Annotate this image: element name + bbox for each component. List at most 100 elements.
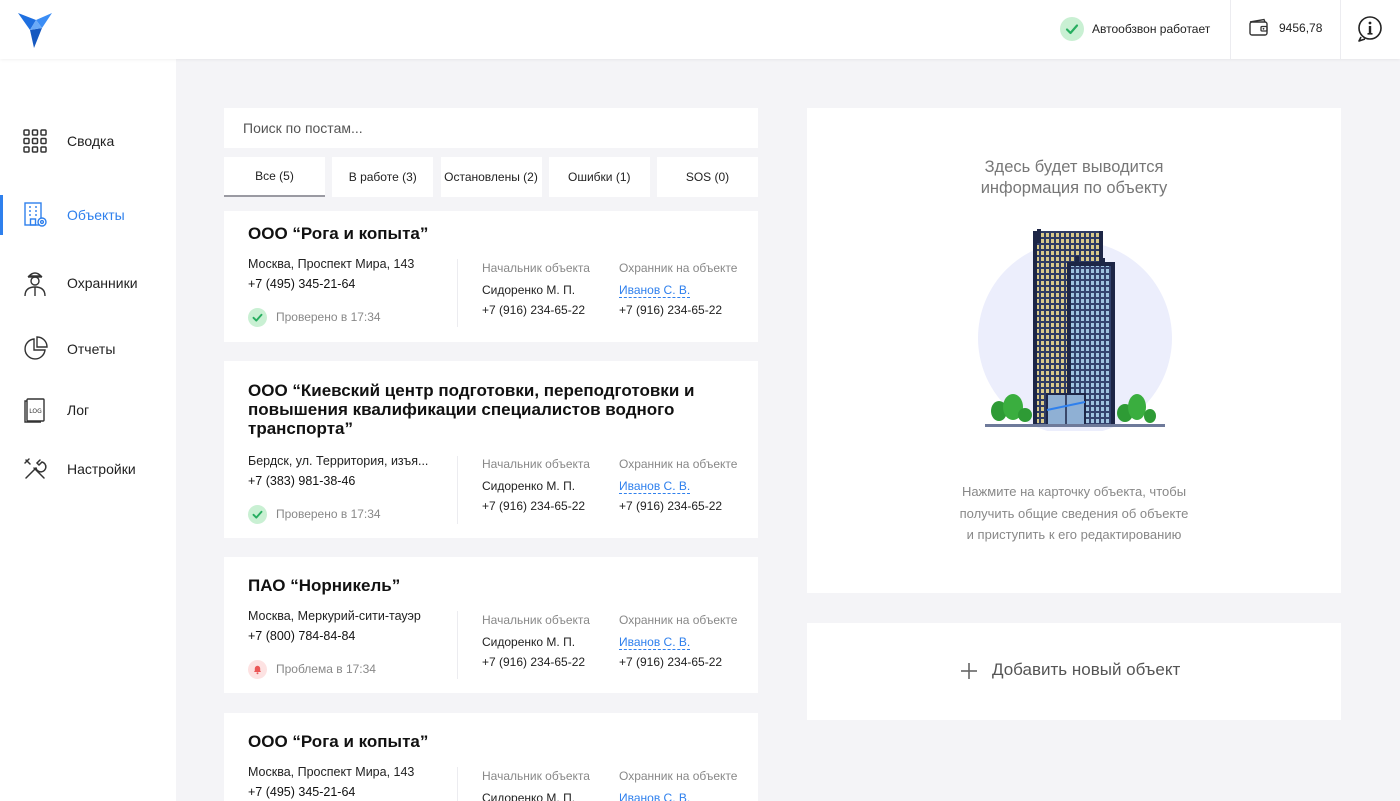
guard-phone: +7 (916) 234-65-22 xyxy=(619,655,723,669)
sidebar-item-reports[interactable]: Отчеты xyxy=(0,327,176,371)
sidebar-item-summary[interactable]: Сводка xyxy=(0,119,176,163)
tools-icon xyxy=(21,455,49,483)
object-title: ООО “Рога и копыта” xyxy=(248,224,429,243)
sidebar: Сводка Объекты Охранники Отчеты LOG Лог … xyxy=(0,59,176,801)
guard-phone: +7 (916) 234-65-22 xyxy=(619,303,723,317)
guard-name-link[interactable]: Иванов С. В. xyxy=(619,635,691,650)
info-title-line: информация по объекту xyxy=(980,179,1168,197)
check-icon xyxy=(248,504,267,524)
object-phone: +7 (495) 345-21-64 xyxy=(248,785,356,799)
chief-header: Начальник объекта xyxy=(482,613,590,627)
chief-phone: +7 (916) 234-65-22 xyxy=(482,303,586,317)
chief-name: Сидоренко М. П. xyxy=(482,791,576,801)
info-icon[interactable] xyxy=(1356,15,1384,43)
sidebar-item-label: Охранники xyxy=(67,275,138,291)
status-badge: Проверено в 17:34 xyxy=(248,504,381,524)
info-title-line: Здесь будет выводится xyxy=(984,158,1164,176)
info-panel-hint: Нажмите на карточку объекта, чтобы получ… xyxy=(807,481,1341,546)
info-hint-line: Нажмите на карточку объекта, чтобы xyxy=(961,484,1187,499)
sidebar-item-label: Отчеты xyxy=(67,341,116,357)
tab-errors[interactable]: Ошибки (1) xyxy=(548,157,650,197)
object-address: Москва, Проспект Мира, 143 xyxy=(248,257,415,271)
sidebar-item-guards[interactable]: Охранники xyxy=(0,261,176,305)
pie-chart-icon xyxy=(21,335,49,363)
object-address: Москва, Меркурий-сити-тауэр xyxy=(248,609,421,623)
sidebar-item-label: Сводка xyxy=(67,133,115,149)
check-icon xyxy=(1060,17,1084,41)
tab-sos[interactable]: SOS (0) xyxy=(657,157,758,197)
status-text: Проверено в 17:34 xyxy=(276,310,381,324)
card-divider xyxy=(457,611,458,679)
guard-icon xyxy=(21,269,49,297)
status-text: Проблема в 17:34 xyxy=(276,662,376,676)
guard-name-link[interactable]: Иванов С. В. xyxy=(619,479,691,494)
search-input[interactable] xyxy=(224,108,758,148)
card-divider xyxy=(457,259,458,327)
info-hint-line: и приступить к его редактированию xyxy=(966,527,1182,542)
guard-name-link[interactable]: Иванов С. В. xyxy=(619,791,690,801)
tab-in-progress[interactable]: В работе (3) xyxy=(332,157,434,197)
plus-icon xyxy=(961,663,977,679)
chief-header: Начальник объекта xyxy=(482,457,590,471)
object-info-panel: Здесь будет выводится информация по объе… xyxy=(807,108,1341,593)
tab-all[interactable]: Все (5) xyxy=(224,157,325,197)
sidebar-item-settings[interactable]: Настройки xyxy=(0,447,176,491)
filter-tabs: Все (5) В работе (3) Остановлены (2) Оши… xyxy=(224,157,758,197)
object-card[interactable]: ООО “Рога и копыта” Москва, Проспект Мир… xyxy=(224,713,758,801)
add-object-button[interactable]: Добавить новый объект xyxy=(807,623,1341,720)
balance[interactable]: 9456,78 xyxy=(1248,18,1322,38)
tab-stopped[interactable]: Остановлены (2) xyxy=(440,157,542,197)
balance-value: 9456,78 xyxy=(1279,21,1323,35)
sidebar-item-log[interactable]: LOG Лог xyxy=(0,388,176,432)
guard-header: Охранник на объекте xyxy=(619,613,738,627)
sidebar-item-label: Настройки xyxy=(67,461,136,477)
guard-header: Охранник на объекте xyxy=(619,457,738,471)
card-divider xyxy=(457,456,458,524)
sidebar-item-objects[interactable]: Объекты xyxy=(0,193,176,237)
object-card[interactable]: ООО “Рога и копыта” Москва, Проспект Мир… xyxy=(224,211,758,342)
object-phone: +7 (383) 981-38-46 xyxy=(248,474,356,488)
autodial-status: Автообзвон работает xyxy=(1060,17,1210,41)
info-panel-title: Здесь будет выводится информация по объе… xyxy=(807,157,1341,199)
object-title: ПАО “Норникель” xyxy=(248,576,401,595)
guard-name-link[interactable]: Иванов С. В. xyxy=(619,283,691,298)
add-object-label: Добавить новый объект xyxy=(992,660,1181,679)
top-bar: Автообзвон работает 9456,78 xyxy=(0,0,1400,59)
svg-text:LOG: LOG xyxy=(29,408,42,415)
info-hint-line: получить общие сведения об объекте xyxy=(959,505,1189,521)
chief-phone: +7 (916) 234-65-22 xyxy=(482,499,586,513)
chief-phone: +7 (916) 234-65-22 xyxy=(482,655,586,669)
object-phone: +7 (800) 784-84-84 xyxy=(248,629,356,643)
chief-header: Начальник объекта xyxy=(482,261,590,275)
chief-name: Сидоренко М. П. xyxy=(482,283,576,297)
guard-header: Охранник на объекте xyxy=(619,769,738,783)
chief-name: Сидоренко М. П. xyxy=(482,635,576,649)
object-title: ООО “Рога и копыта” xyxy=(248,732,429,751)
sidebar-item-label: Лог xyxy=(67,402,90,418)
object-card[interactable]: ООО “Киевский центр подготовки, переподг… xyxy=(224,361,758,538)
status-text: Проверено в 17:34 xyxy=(276,507,381,521)
check-icon xyxy=(248,307,267,327)
object-title: ООО “Киевский центр подготовки, переподг… xyxy=(248,381,695,438)
status-badge: Проверено в 17:34 xyxy=(248,307,381,327)
autodial-status-label: Автообзвон работает xyxy=(1092,22,1211,36)
header-divider xyxy=(1230,0,1231,59)
log-icon: LOG xyxy=(21,396,49,424)
object-address: Бердск, ул. Территория, изъя... xyxy=(248,454,429,468)
building-icon xyxy=(21,201,49,229)
wallet-icon xyxy=(1249,18,1268,36)
chief-name: Сидоренко М. П. xyxy=(482,479,576,493)
object-phone: +7 (495) 345-21-64 xyxy=(248,277,356,291)
office-building-illustration xyxy=(978,229,1172,431)
object-address: Москва, Проспект Мира, 143 xyxy=(248,765,415,779)
sidebar-item-label: Объекты xyxy=(67,207,125,223)
bird-logo-icon[interactable] xyxy=(16,10,54,50)
card-divider xyxy=(457,767,458,801)
guard-header: Охранник на объекте xyxy=(619,261,738,275)
bell-icon xyxy=(248,659,267,679)
guard-phone: +7 (916) 234-65-22 xyxy=(619,499,723,513)
object-card[interactable]: ПАО “Норникель” Москва, Меркурий-сити-та… xyxy=(224,557,758,693)
header-divider xyxy=(1340,0,1341,59)
grid-icon xyxy=(21,127,49,155)
status-badge: Проблема в 17:34 xyxy=(248,659,376,679)
